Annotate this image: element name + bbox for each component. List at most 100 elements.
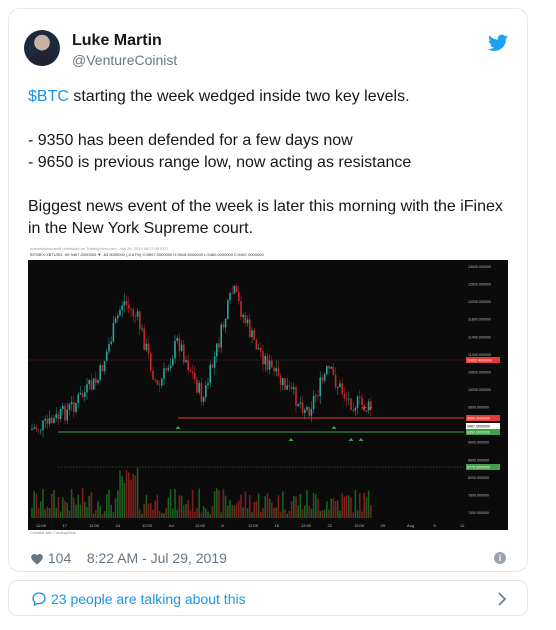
avatar[interactable] (24, 30, 60, 66)
volume-bar (86, 507, 88, 518)
candle-body (132, 309, 134, 317)
volume-bar (125, 470, 128, 518)
y-tick-label: 11400.000000 (468, 335, 491, 339)
conversation-link[interactable]: 23 people are talking about this (8, 580, 528, 616)
volume-bar (348, 495, 350, 518)
candle-body (196, 379, 198, 393)
volume-bar (277, 495, 280, 518)
x-tick-label: 12:00 (301, 523, 312, 528)
candle-body (306, 406, 308, 410)
volume-bar (92, 513, 95, 518)
volume-bar (304, 505, 306, 518)
volume-bar (130, 479, 132, 518)
volume-bar (207, 511, 209, 518)
tweet-timestamp[interactable]: 8:22 AM - Jul 29, 2019 (87, 550, 227, 566)
volume-bar (200, 512, 203, 518)
volume-bar (77, 494, 79, 518)
volume-bar (341, 493, 343, 518)
volume-bar (350, 497, 352, 518)
candle-body (95, 378, 97, 383)
volume-bar (233, 505, 236, 518)
candle-body (167, 368, 170, 371)
volume-bar (301, 509, 304, 518)
volume-bar (370, 504, 372, 518)
candle-body (70, 402, 73, 405)
volume-bar (59, 511, 62, 518)
volume-bar (81, 488, 84, 518)
volume-bar (354, 490, 357, 518)
candle-body (271, 360, 273, 368)
volume-bar (143, 503, 145, 518)
tweet-line-1-text: starting the week wedged inside two key … (68, 88, 410, 105)
tweet-blank-1 (28, 108, 508, 130)
volume-bar (174, 488, 176, 518)
volume-bar (211, 506, 214, 518)
volume-bar (279, 511, 282, 518)
volume-bar (196, 507, 198, 518)
candle-body (260, 347, 262, 352)
heart-icon[interactable] (30, 552, 44, 565)
volume-bar (352, 512, 354, 518)
volume-bar (189, 510, 192, 518)
candle-body (246, 319, 249, 324)
volume-bar (139, 509, 141, 518)
candle-body (66, 409, 68, 421)
candle-body (68, 404, 71, 410)
volume-bar (293, 495, 295, 518)
candle-body (189, 370, 192, 372)
candle-body (152, 370, 154, 380)
volume-bar (176, 509, 178, 518)
volume-bar (101, 513, 104, 518)
volume-bar (119, 470, 121, 518)
volume-bar (315, 494, 317, 518)
volume-bar (231, 504, 233, 518)
volume-bar (99, 506, 101, 518)
candle-body (211, 364, 214, 368)
candle-body (198, 382, 200, 393)
author-name[interactable]: Luke Martin (72, 32, 162, 50)
volume-bar (37, 507, 40, 518)
volume-bar (64, 501, 66, 518)
candle-body (238, 292, 240, 302)
candle-body (312, 396, 315, 410)
candle-body (139, 311, 141, 330)
candle-body (257, 347, 260, 350)
y-tick-label: 13000.000000 (468, 265, 491, 269)
volume-bar (288, 510, 291, 518)
chart-image[interactable]: martinlukeschauff published on TradingVi… (28, 244, 508, 540)
volume-bar (238, 500, 240, 518)
volume-bar (367, 490, 370, 518)
candle-body (275, 368, 277, 372)
candle-body (350, 398, 352, 410)
candle-body (202, 397, 205, 402)
y-tick-label: 9800.000000 (468, 406, 489, 410)
candle-body (136, 311, 139, 317)
volume-bar (180, 495, 183, 518)
volume-bar (312, 492, 315, 518)
x-tick-label: 12:00 (195, 523, 206, 528)
y-tick-label: 9000.000000 (468, 441, 489, 445)
volume-bar (33, 491, 35, 518)
like-count[interactable]: 104 (48, 550, 71, 566)
cashtag-link[interactable]: $BTC (28, 88, 69, 105)
volume-bar (297, 505, 299, 518)
author-handle[interactable]: @VentureCoinist (72, 52, 177, 68)
candle-body (213, 356, 216, 368)
candle-body (150, 353, 152, 371)
volume-bar (317, 498, 319, 518)
candle-body (178, 337, 181, 351)
candle-body (317, 395, 319, 397)
created-with-label: Created with TradingView (30, 530, 76, 535)
x-tick-label: Aug (407, 523, 414, 528)
candle-body (117, 315, 119, 319)
candle-body (176, 337, 178, 341)
bird-icon[interactable] (488, 34, 508, 52)
candle-body (308, 406, 310, 416)
candle-body (55, 414, 57, 418)
price-label-text: 8775.0000000 (467, 466, 490, 470)
info-icon[interactable]: i (494, 552, 506, 564)
volume-bar (183, 505, 185, 518)
volume-bar (53, 489, 55, 518)
candle-body (51, 417, 53, 423)
y-tick-label: 11000.000000 (468, 353, 491, 357)
